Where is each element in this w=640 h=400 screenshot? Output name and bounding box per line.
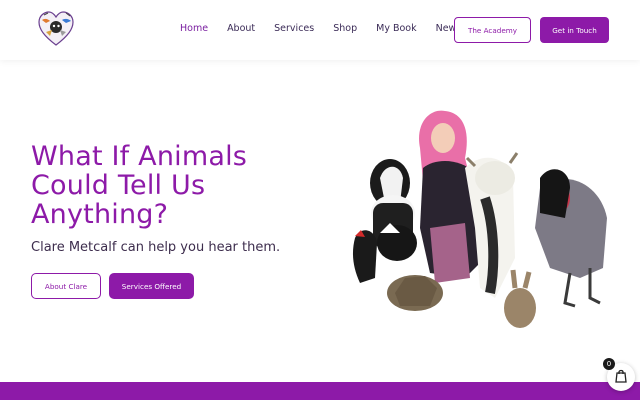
hero-title: What If Animals Could Tell Us Anything?	[31, 142, 331, 229]
footer-band	[0, 382, 640, 400]
hero-animals-photo	[345, 108, 610, 333]
hero-subtitle: Clare Metcalf can help you hear them.	[31, 240, 281, 255]
the-academy-button[interactable]: The Academy	[454, 17, 531, 43]
nav-about[interactable]: About	[227, 23, 255, 34]
hero-title-line-1: What If Animals	[31, 141, 248, 172]
get-in-touch-button[interactable]: Get in Touch	[540, 17, 609, 43]
about-clare-button[interactable]: About Clare	[31, 273, 101, 299]
cart-count-badge: 0	[603, 358, 615, 370]
heart-logo-icon[interactable]	[36, 10, 76, 48]
shopping-bag-icon	[614, 368, 628, 387]
nav-services[interactable]: Services	[274, 23, 314, 34]
hero-title-line-2: Could Tell Us	[31, 170, 206, 201]
nav-shop[interactable]: Shop	[333, 23, 357, 34]
nav-home[interactable]: Home	[180, 23, 208, 34]
services-offered-button[interactable]: Services Offered	[109, 273, 194, 299]
nav-my-book[interactable]: My Book	[376, 23, 416, 34]
main-nav: Home About Services Shop My Book News	[180, 23, 480, 34]
hero-title-line-3: Anything?	[31, 199, 169, 230]
site-header: Home About Services Shop My Book News Th…	[0, 0, 640, 60]
